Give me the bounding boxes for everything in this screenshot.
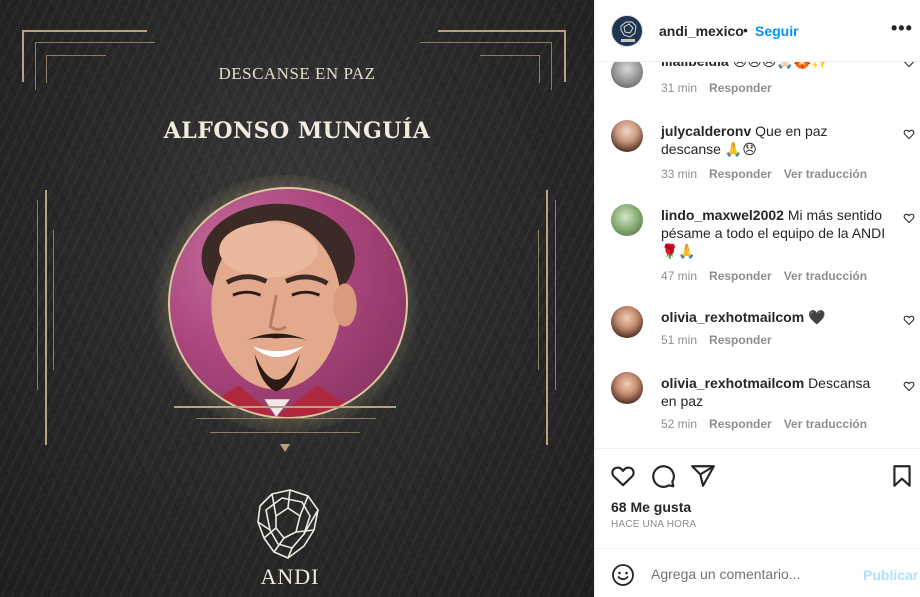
frame-line [438,30,566,32]
comments-list[interactable]: lilalibeldia 😞😞😞🙏🏻🏵️✨ 31 min Responder ju… [595,62,920,448]
comment-username[interactable]: olivia_rexhotmailcom [661,309,804,325]
share-send-icon[interactable] [690,463,716,489]
frame-line [546,190,548,445]
frame-line [210,432,360,433]
portrait-illustration [189,203,367,417]
comment-text: julycalderonv Que en paz descanse 🙏😞 [661,122,887,158]
frame-line [555,200,556,390]
reply-button[interactable]: Responder [709,333,772,347]
comment-time: 33 min [661,167,698,181]
comment-body: 😞😞😞🙏🏻🏵️✨ [733,62,829,69]
comment-text: olivia_rexhotmailcom 🖤 [661,308,887,326]
commenter-avatar[interactable] [611,306,643,338]
comment-time: 51 min [661,333,698,347]
post-name: ALFONSO MUNGUÍA [163,118,431,144]
follow-button[interactable]: Seguir [755,23,799,39]
andi-logo-icon [620,21,637,42]
andi-logo-text: ANDI [260,564,320,589]
andi-logo-icon [257,489,319,559]
commenter-avatar[interactable] [611,62,643,88]
comment-meta: 51 min Responder [661,333,784,347]
frame-line [420,42,552,43]
frame-line [480,55,540,56]
post-subtitle: DESCANSE EN PAZ [218,64,376,83]
comment-text: olivia_rexhotmailcom Descansa en paz [661,374,887,410]
publish-button[interactable]: Publicar [863,567,918,583]
frame-line [174,406,396,408]
divider-arrow-icon [280,444,290,452]
translate-button[interactable]: Ver traducción [784,167,867,181]
emoji-icon[interactable] [611,563,635,587]
heart-icon[interactable] [903,212,915,224]
comment-input[interactable] [651,563,851,585]
frame-line [45,190,47,445]
comment-username[interactable]: lindo_maxwel2002 [661,207,784,223]
post-timestamp[interactable]: HACE UNA HORA [611,519,696,530]
reply-button[interactable]: Responder [709,167,772,181]
heart-icon[interactable] [903,314,915,326]
translate-button[interactable]: Ver traducción [784,269,867,283]
comment-meta: 33 min Responder Ver traducción [661,167,879,181]
post-image[interactable]: DESCANSE EN PAZ ALFONSO MUNGUÍA ANDI [0,0,594,597]
post-sidebar: andi_mexico • Seguir ••• lilalibeldia 😞😞… [594,0,920,597]
account-avatar[interactable] [611,15,643,47]
add-comment-bar: Publicar [595,548,920,597]
reply-button[interactable]: Responder [709,417,772,431]
comment-body: 🖤 [808,309,826,325]
frame-line [37,200,38,390]
frame-line [538,230,539,370]
commenter-avatar[interactable] [611,204,643,236]
comment-username[interactable]: julycalderonv [661,123,751,139]
frame-line [22,30,147,32]
likes-count[interactable]: 68 Me gusta [611,499,691,515]
header-separator: • [743,22,748,38]
comment-time: 31 min [661,81,698,95]
translate-button[interactable]: Ver traducción [784,417,867,431]
like-heart-icon[interactable] [610,463,636,489]
comment-text: lindo_maxwel2002 Mi más sentido pésame a… [661,206,887,260]
frame-line [196,418,376,419]
heart-icon[interactable] [903,380,915,392]
commenter-avatar[interactable] [611,120,643,152]
comment-username[interactable]: olivia_rexhotmailcom [661,375,804,391]
frame-line [35,42,155,43]
commenter-avatar[interactable] [611,372,643,404]
comment-bubble-icon[interactable] [650,463,676,489]
comment-time: 47 min [661,269,698,283]
comment-meta: 31 min Responder [661,81,784,95]
comment-meta: 52 min Responder Ver traducción [661,417,879,431]
frame-line [46,55,106,56]
account-username[interactable]: andi_mexico [659,23,744,39]
comment-username[interactable]: lilalibeldia [661,62,729,69]
more-options-icon[interactable]: ••• [891,18,913,39]
save-bookmark-icon[interactable] [889,463,915,489]
heart-icon[interactable] [903,128,915,140]
post-actions: 68 Me gusta HACE UNA HORA [595,448,920,548]
heart-icon[interactable] [903,62,915,68]
portrait-photo [168,187,408,419]
reply-button[interactable]: Responder [709,81,772,95]
reply-button[interactable]: Responder [709,269,772,283]
frame-line [53,230,54,370]
comment-time: 52 min [661,417,698,431]
comment-meta: 47 min Responder Ver traducción [661,269,879,283]
post-header: andi_mexico • Seguir ••• [595,0,920,62]
comment-text: lilalibeldia 😞😞😞🙏🏻🏵️✨ [661,62,887,70]
